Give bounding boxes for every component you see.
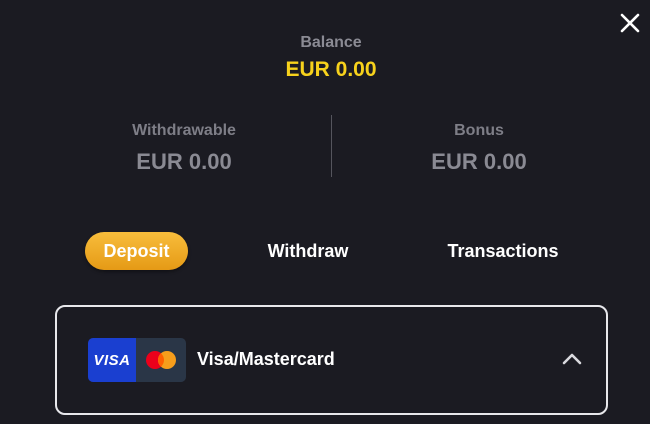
- payment-method-visa-mastercard[interactable]: VISA Visa/Mastercard: [55, 305, 608, 415]
- tab-withdraw[interactable]: Withdraw: [248, 232, 368, 270]
- withdrawable-label: Withdrawable: [132, 122, 236, 139]
- bonus-section: Bonus EUR 0.00: [369, 122, 589, 175]
- balance-label: Balance: [300, 34, 362, 51]
- visa-icon: VISA: [88, 338, 136, 382]
- tab-transactions[interactable]: Transactions: [430, 232, 576, 270]
- bonus-value: EUR 0.00: [431, 149, 527, 174]
- wallet-panel: Balance EUR 0.00 Withdrawable EUR 0.00 B…: [0, 0, 650, 424]
- chevron-up-icon[interactable]: [561, 351, 583, 367]
- mastercard-icon: [136, 338, 186, 382]
- payment-method-label: Visa/Mastercard: [197, 349, 335, 369]
- close-button[interactable]: [618, 11, 642, 35]
- balance-divider: [331, 115, 332, 177]
- balance-value: EUR 0.00: [285, 58, 377, 81]
- close-icon: [620, 13, 640, 33]
- bonus-label: Bonus: [454, 122, 504, 139]
- tab-deposit[interactable]: Deposit: [85, 232, 188, 270]
- card-brand-badges: VISA: [88, 338, 186, 382]
- withdrawable-section: Withdrawable EUR 0.00: [74, 122, 294, 175]
- withdrawable-value: EUR 0.00: [136, 149, 232, 174]
